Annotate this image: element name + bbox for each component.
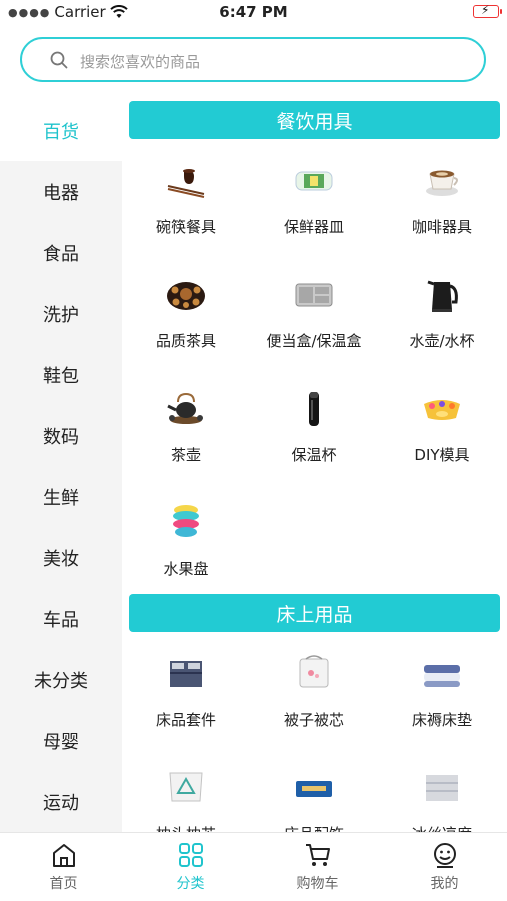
category-item[interactable]: 水果盘	[122, 490, 250, 590]
quilt-icon	[299, 655, 329, 688]
bedding-set-icon	[170, 661, 202, 687]
category-item-label: 茶壶	[170, 446, 201, 464]
sidebar-item-label: 生鲜	[43, 487, 79, 509]
tab-profile[interactable]: 我的	[381, 833, 507, 901]
category-item[interactable]: 便当盒/保温盒	[250, 262, 378, 362]
search-bar[interactable]: 搜索您喜欢的商品	[20, 37, 486, 82]
cart-icon	[306, 844, 330, 866]
category-item-label: 保温杯	[291, 446, 337, 464]
sidebar-item-label: 美妆	[43, 548, 79, 570]
profile-icon	[434, 843, 456, 868]
sidebar-item-label: 运动	[43, 792, 79, 814]
sidebar-item-xihu[interactable]: 洗护	[0, 283, 122, 344]
sidebar-item-label: 洗护	[43, 304, 79, 326]
category-item[interactable]: 床品配饰	[250, 755, 378, 832]
category-item[interactable]: DIY模具	[378, 376, 506, 476]
fruit-plate-icon	[173, 505, 199, 537]
sidebar-item-label: 百货	[43, 121, 79, 143]
lunch-box-icon	[295, 283, 333, 307]
category-item[interactable]: 冰丝凉席	[378, 755, 506, 832]
sidebar-item-weifenlei[interactable]: 未分类	[0, 649, 122, 710]
teapot-icon	[167, 393, 203, 424]
category-item-label: 品质茶具	[155, 332, 216, 350]
section-title: 床上用品	[276, 603, 353, 626]
status-bar: ●●●● Carrier 6:47 PM ⚡	[0, 0, 507, 26]
kettle-icon	[427, 280, 458, 312]
category-item-label: 碗筷餐具	[155, 218, 216, 236]
category-item[interactable]: 保温杯	[250, 376, 378, 476]
sidebar-item-label: 鞋包	[43, 365, 79, 387]
clock: 6:47 PM	[219, 3, 288, 21]
category-item[interactable]: 床褥床垫	[378, 641, 506, 741]
sidebar-item-label: 食品	[43, 243, 79, 265]
sidebar-item-yundong[interactable]: 运动	[0, 771, 122, 832]
category-item[interactable]: 品质茶具	[122, 262, 250, 362]
tab-label: 我的	[430, 876, 459, 892]
mold-icon	[424, 400, 460, 420]
search-placeholder: 搜索您喜欢的商品	[80, 53, 201, 71]
category-item-label: 被子被芯	[283, 711, 344, 729]
category-item[interactable]: 茶壶	[122, 376, 250, 476]
food-container-icon	[295, 171, 333, 191]
category-item-label: 水果盘	[163, 560, 209, 578]
sidebar-item-shuma[interactable]: 数码	[0, 405, 122, 466]
category-item[interactable]: 保鲜器皿	[250, 148, 378, 248]
bowl-chopsticks-icon	[167, 169, 205, 198]
sidebar-item-label: 数码	[43, 426, 79, 448]
section-header-dining: 餐饮用具	[129, 101, 500, 139]
sidebar-item-xiebao[interactable]: 鞋包	[0, 344, 122, 405]
battery-icon: ⚡	[473, 3, 502, 18]
coffee-cup-icon	[426, 170, 458, 196]
sidebar-item-meizhuang[interactable]: 美妆	[0, 527, 122, 588]
category-item-label: DIY模具	[414, 446, 470, 464]
search-icon	[50, 51, 68, 69]
sidebar-item-chepin[interactable]: 车品	[0, 588, 122, 649]
bed-accessory-icon	[296, 781, 332, 797]
tab-label: 首页	[49, 876, 78, 892]
sidebar-item-dianqi[interactable]: 电器	[0, 161, 122, 222]
category-content: 餐饮用具 碗筷餐具 保鲜器皿 咖啡器具 品质茶具 便当盒/保温盒 水壶/水杯 茶…	[122, 100, 507, 832]
mattress-icon	[424, 665, 460, 687]
category-item-label: 床品配饰	[250, 823, 378, 832]
category-item-label: 咖啡器具	[411, 218, 472, 236]
category-item[interactable]: 枕头枕芯	[122, 755, 250, 832]
category-item-label: 床褥床垫	[411, 711, 472, 729]
section-title: 餐饮用具	[276, 110, 353, 133]
category-item-label: 冰丝凉席	[378, 823, 506, 832]
tab-home[interactable]: 首页	[0, 833, 127, 901]
sidebar-item-label: 未分类	[34, 670, 88, 692]
tab-label: 分类	[176, 876, 205, 892]
category-item-label: 床品套件	[155, 711, 216, 729]
sidebar-item-label: 母婴	[43, 731, 79, 753]
category-item[interactable]: 咖啡器具	[378, 148, 506, 248]
sidebar-item-muying[interactable]: 母婴	[0, 710, 122, 771]
category-item[interactable]: 水壶/水杯	[378, 262, 506, 362]
category-item-label: 便当盒/保温盒	[266, 332, 362, 350]
category-icon	[179, 843, 203, 867]
tab-cart[interactable]: 购物车	[254, 833, 381, 901]
category-item-label: 保鲜器皿	[283, 218, 344, 236]
category-item[interactable]: 碗筷餐具	[122, 148, 250, 248]
sidebar-item-label: 车品	[43, 609, 79, 631]
category-item-label: 水壶/水杯	[409, 332, 475, 350]
summer-mat-icon	[426, 775, 458, 801]
category-item[interactable]: 被子被芯	[250, 641, 378, 741]
sidebar-item-shipin[interactable]: 食品	[0, 222, 122, 283]
section-header-bedding: 床上用品	[129, 594, 500, 632]
pillow-icon	[169, 772, 203, 802]
sidebar-item-label: 电器	[43, 182, 79, 204]
category-item[interactable]: 床品套件	[122, 641, 250, 741]
thermos-icon	[309, 392, 319, 426]
sidebar-item-shengxian[interactable]: 生鲜	[0, 466, 122, 527]
tab-label: 购物车	[296, 876, 339, 892]
category-item-label: 枕头枕芯	[122, 823, 250, 832]
home-icon	[53, 844, 75, 867]
category-sidebar: 百货 电器 食品 洗护 鞋包 数码 生鲜 美妆 车品 未分类 母婴 运动	[0, 100, 122, 832]
tab-bar: 首页 分类 购物车 我的	[0, 832, 507, 901]
tea-set-icon	[167, 282, 205, 310]
tab-category[interactable]: 分类	[127, 833, 254, 901]
sidebar-item-baihuo[interactable]: 百货	[0, 100, 122, 161]
